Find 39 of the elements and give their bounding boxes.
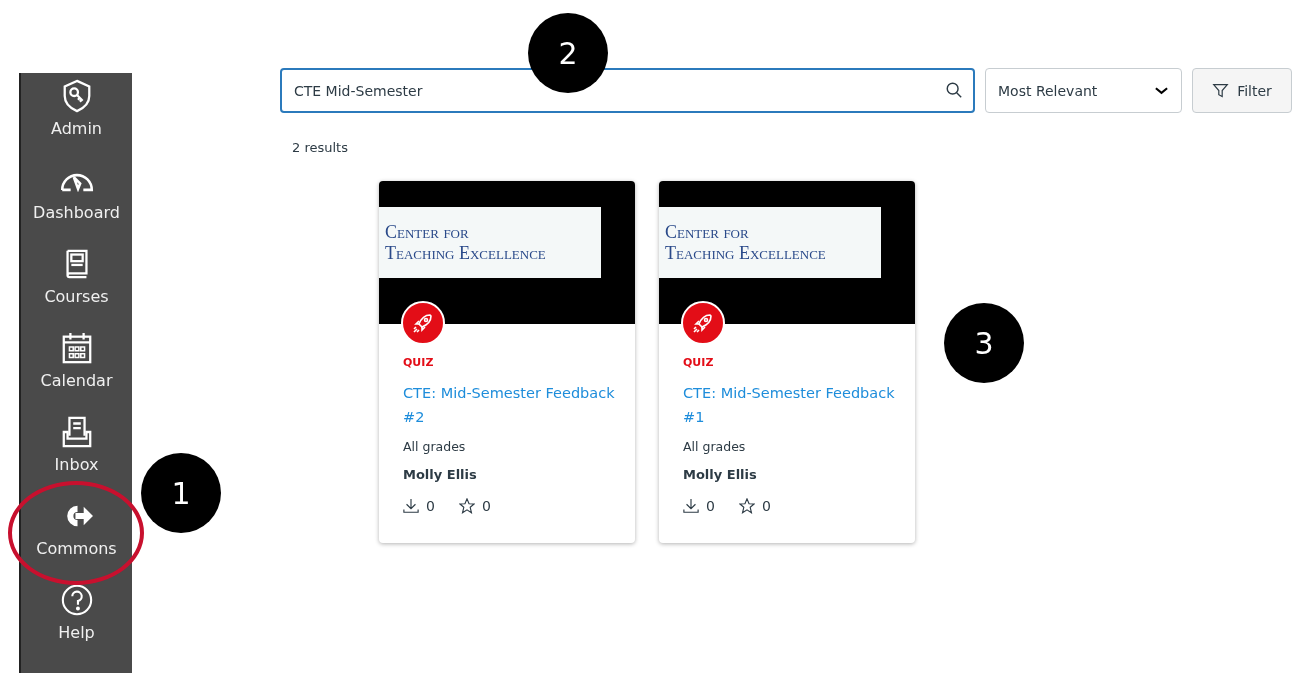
nav-item[interactable]: Calendar (21, 331, 132, 415)
sort-dropdown[interactable]: Most Relevant (985, 68, 1182, 113)
resource-link[interactable]: CTE: Mid-Semester Feedback #2 (403, 381, 619, 429)
nav-item[interactable]: Dashboard (21, 163, 132, 247)
download-count: 0 (706, 498, 715, 514)
favorite-count: 0 (481, 498, 491, 514)
grades-text: All grades (403, 439, 467, 454)
step-number: 1 (141, 453, 221, 533)
resource-type: QUIZ (403, 356, 435, 369)
banner-logo-text: Center for Teaching Excellence (379, 207, 601, 278)
download-icon (403, 498, 419, 514)
gauge-icon (59, 173, 94, 192)
download-count: 0 (426, 498, 435, 514)
grades-text: All grades (683, 439, 747, 454)
author-name: Molly Ellis (403, 467, 478, 482)
banner-logo-text: Center for Teaching Excellence (659, 207, 881, 278)
result-card[interactable]: Center for Teaching Excellence QUIZ CTE: Mid-Semester Feedback #1 All grades Molly Ellis 0 0 (659, 181, 915, 543)
nav-item[interactable]: Inbox (21, 415, 132, 499)
star-icon (458, 498, 475, 514)
step-number: 3 (944, 303, 1024, 383)
nav-item[interactable]: Commons (21, 499, 132, 583)
favorite-count: 0 (761, 498, 771, 514)
resource-link[interactable]: CTE: Mid-Semester Feedback #1 (683, 381, 899, 429)
search-field[interactable]: CTE Mid-Semester (280, 68, 975, 113)
nav-item[interactable]: Admin (21, 79, 132, 163)
author-name: Molly Ellis (683, 467, 758, 482)
help-icon (59, 583, 94, 617)
nav-item[interactable]: Courses (21, 247, 132, 331)
star-icon (738, 498, 755, 514)
search-icon (945, 81, 963, 99)
funnel-icon (1212, 82, 1230, 99)
result-card[interactable]: Center for Teaching Excellence QUIZ CTE: Mid-Semester Feedback #2 All grades Molly Ellis 0 0 (379, 181, 635, 543)
filter-button[interactable]: Filter (1192, 68, 1292, 113)
step-number: 2 (528, 13, 608, 93)
nav-item[interactable]: Help (21, 583, 132, 667)
resource-type: QUIZ (683, 356, 715, 369)
caret-icon (1154, 85, 1169, 96)
download-icon (683, 498, 699, 514)
result-count: 2 results (292, 140, 349, 155)
